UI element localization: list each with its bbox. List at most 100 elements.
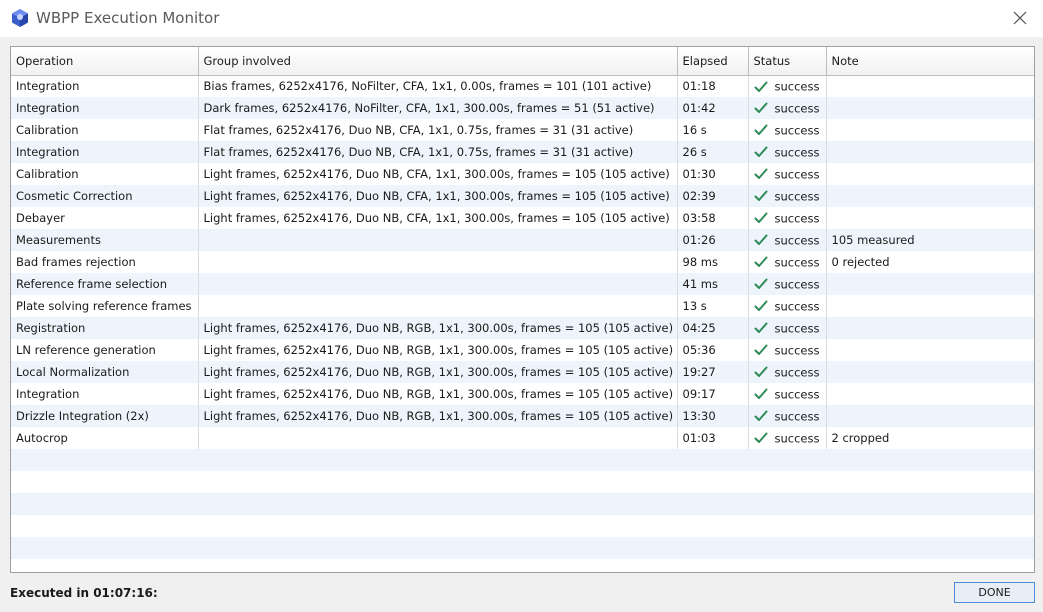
cell-note: 105 measured <box>826 229 1034 251</box>
cell-group: Light frames, 6252x4176, Duo NB, RGB, 1x… <box>198 383 678 405</box>
checkmark-icon <box>754 190 767 202</box>
status-text: success <box>774 409 820 424</box>
cell-elapsed: 01:42 <box>677 97 749 119</box>
table-row[interactable]: Reference frame selection 41 ms success <box>11 273 1034 295</box>
cell-operation: Calibration <box>11 119 199 141</box>
table-row[interactable]: Integration Dark frames, 6252x4176, NoFil… <box>11 97 1034 119</box>
checkmark-icon <box>754 432 767 444</box>
cell-operation: Measurements <box>11 229 199 251</box>
executed-time-label: Executed in 01:07:16: <box>10 586 158 600</box>
checkmark-icon <box>754 124 767 136</box>
empty-cell <box>198 493 677 515</box>
table-row[interactable]: Autocrop 01:03 success 2 cropped <box>11 427 1034 449</box>
checkmark-icon <box>754 388 767 400</box>
table-row[interactable]: Debayer Light frames, 6252x4176, Duo NB, … <box>11 207 1034 229</box>
empty-cell <box>677 493 748 515</box>
title-bar: WBPP Execution Monitor <box>0 0 1043 37</box>
table-row[interactable]: LN reference generation Light frames, 625… <box>11 339 1034 361</box>
table-body: Integration Bias frames, 6252x4176, NoFil… <box>11 75 1034 559</box>
column-header-status[interactable]: Status <box>748 47 827 76</box>
operations-table: Operation Group involved Elapsed Status … <box>11 47 1034 559</box>
cell-group: Bias frames, 6252x4176, NoFilter, CFA, 1… <box>198 75 678 97</box>
table-row[interactable]: Integration Bias frames, 6252x4176, NoFil… <box>11 75 1034 97</box>
empty-cell <box>677 449 748 471</box>
empty-cell <box>826 493 1034 515</box>
table-header-row: Operation Group involved Elapsed Status … <box>11 47 1034 76</box>
cell-status: success <box>748 207 827 229</box>
table-row[interactable]: Integration Flat frames, 6252x4176, Duo N… <box>11 141 1034 163</box>
operations-table-panel[interactable]: Operation Group involved Elapsed Status … <box>10 46 1035 573</box>
column-header-group[interactable]: Group involved <box>198 47 678 76</box>
cell-elapsed: 41 ms <box>677 273 749 295</box>
status-text: success <box>774 101 820 116</box>
status-text: success <box>774 211 820 226</box>
status-text: success <box>774 343 820 358</box>
close-button[interactable] <box>1005 4 1035 32</box>
pixinsight-logo-icon <box>12 9 28 27</box>
cell-note: 0 rejected <box>826 251 1034 273</box>
table-row[interactable]: Drizzle Integration (2x) Light frames, 62… <box>11 405 1034 427</box>
status-text: success <box>774 233 820 248</box>
table-row[interactable]: Local Normalization Light frames, 6252x41… <box>11 361 1034 383</box>
empty-row <box>11 537 1034 559</box>
cell-elapsed: 13:30 <box>677 405 749 427</box>
cell-status: success <box>748 317 827 339</box>
checkmark-icon <box>754 81 767 92</box>
empty-cell <box>198 515 677 537</box>
cell-status: success <box>748 383 827 405</box>
cell-group: Light frames, 6252x4176, Duo NB, CFA, 1x… <box>198 207 678 229</box>
cell-note <box>826 141 1034 163</box>
table-row[interactable]: Cosmetic Correction Light frames, 6252x41… <box>11 185 1034 207</box>
empty-cell <box>826 471 1034 493</box>
cell-operation: Cosmetic Correction <box>11 185 199 207</box>
table-row[interactable]: Calibration Flat frames, 6252x4176, Duo N… <box>11 119 1034 141</box>
cell-elapsed: 16 s <box>677 119 749 141</box>
cell-status: success <box>748 405 827 427</box>
empty-cell <box>11 471 198 493</box>
done-button[interactable]: DONE <box>954 582 1035 603</box>
cell-operation: LN reference generation <box>11 339 199 361</box>
checkmark-icon <box>754 322 767 334</box>
cell-group <box>198 427 678 449</box>
cell-group: Flat frames, 6252x4176, Duo NB, CFA, 1x1… <box>198 119 678 141</box>
cell-elapsed: 05:36 <box>677 339 749 361</box>
table-row[interactable]: Integration Light frames, 6252x4176, Duo … <box>11 383 1034 405</box>
close-icon <box>1013 11 1027 25</box>
table-row[interactable]: Plate solving reference frames 13 s succes… <box>11 295 1034 317</box>
checkmark-icon <box>754 102 767 114</box>
column-header-elapsed[interactable]: Elapsed <box>677 47 749 76</box>
cell-group: Light frames, 6252x4176, Duo NB, CFA, 1x… <box>198 185 678 207</box>
cell-operation: Calibration <box>11 163 199 185</box>
cell-status: success <box>748 141 827 163</box>
column-header-note[interactable]: Note <box>826 47 1034 76</box>
cell-group: Light frames, 6252x4176, Duo NB, CFA, 1x… <box>198 163 678 185</box>
table-row[interactable]: Registration Light frames, 6252x4176, Duo… <box>11 317 1034 339</box>
cell-elapsed: 04:25 <box>677 317 749 339</box>
cell-group: Flat frames, 6252x4176, Duo NB, CFA, 1x1… <box>198 141 678 163</box>
cell-group <box>198 273 678 295</box>
cell-status: success <box>748 427 827 449</box>
cell-note <box>826 317 1034 339</box>
cell-elapsed: 13 s <box>677 295 749 317</box>
column-header-operation[interactable]: Operation <box>11 47 199 76</box>
empty-cell <box>748 493 826 515</box>
cell-note <box>826 273 1034 295</box>
cell-elapsed: 19:27 <box>677 361 749 383</box>
table-row[interactable]: Bad frames rejection 98 ms success 0 reject… <box>11 251 1034 273</box>
checkmark-icon <box>754 300 767 312</box>
status-text: success <box>774 123 820 138</box>
empty-cell <box>11 537 198 559</box>
empty-cell <box>748 449 826 471</box>
table-row[interactable]: Calibration Light frames, 6252x4176, Duo … <box>11 163 1034 185</box>
empty-cell <box>748 471 826 493</box>
empty-cell <box>677 515 748 537</box>
empty-row <box>11 515 1034 537</box>
cell-note <box>826 119 1034 141</box>
table-row[interactable]: Measurements 01:26 success 105 measured <box>11 229 1034 251</box>
cell-operation: Drizzle Integration (2x) <box>11 405 199 427</box>
cell-note <box>826 75 1034 97</box>
status-text: success <box>774 189 820 204</box>
empty-row <box>11 471 1034 493</box>
status-text: success <box>774 321 820 336</box>
empty-cell <box>677 471 748 493</box>
